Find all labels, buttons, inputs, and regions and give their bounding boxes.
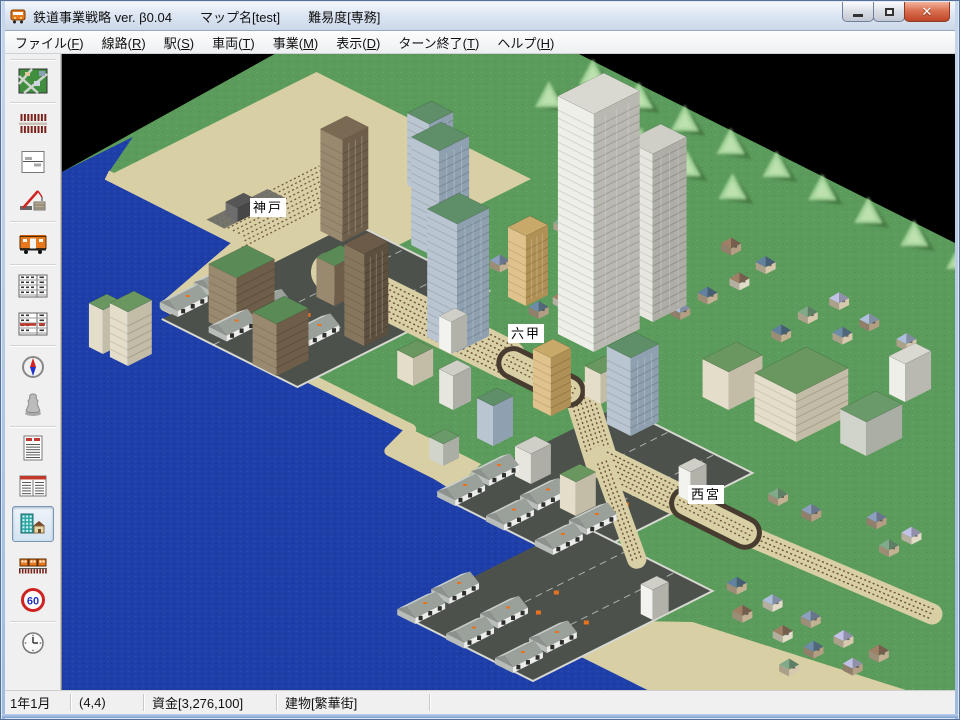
building[interactable] (533, 339, 571, 416)
close-icon: ✕ (922, 5, 933, 18)
crane-tool-icon[interactable] (12, 182, 54, 218)
status-field-1: (4,4) (71, 695, 143, 710)
toolbar-separator (10, 221, 56, 222)
window-border-right (955, 1, 958, 719)
building[interactable] (253, 296, 309, 376)
track-tool-icon[interactable] (12, 106, 54, 142)
clock-tool-icon[interactable] (12, 625, 54, 661)
train-car-tool-icon[interactable] (12, 225, 54, 261)
building[interactable] (558, 73, 640, 352)
toolbar-separator (10, 102, 56, 103)
statusbar: 1年1月(4,4)資金[3,276,100]建物[繁華街] (2, 690, 958, 714)
app-window: 鉄道事業戦略 ver. β0.04 マップ名[test] 難易度[専務] ✕ フ… (0, 0, 960, 720)
toolbar: 60 (5, 54, 61, 690)
train-line-tool-icon[interactable] (12, 544, 54, 580)
svg-text:60: 60 (26, 596, 38, 608)
place-label-1: 六甲 (508, 324, 544, 343)
main-area: 60 神戸六甲西宮 (5, 54, 955, 690)
building[interactable] (344, 232, 388, 346)
statue-tool-icon[interactable] (12, 387, 54, 423)
menu-item-2[interactable]: 駅(S) (155, 30, 203, 55)
window-title: 鉄道事業戦略 ver. β0.04 マップ名[test] 難易度[専務] (33, 7, 380, 26)
building[interactable] (320, 116, 368, 242)
speed-limit-tool-icon[interactable]: 60 (12, 582, 54, 618)
menu-item-6[interactable]: ターン終了(T) (389, 30, 488, 55)
status-field-3: 建物[繁華街] (277, 693, 429, 712)
building[interactable] (477, 388, 513, 446)
report-tool-icon[interactable] (12, 430, 54, 466)
building[interactable] (607, 332, 659, 436)
building[interactable] (439, 360, 471, 410)
game-map-canvas[interactable] (62, 54, 955, 690)
map-viewport[interactable]: 神戸六甲西宮 (61, 54, 955, 690)
close-button[interactable]: ✕ (904, 2, 950, 22)
menu-item-0[interactable]: ファイル(F) (6, 30, 93, 55)
place-label-0: 神戸 (250, 198, 286, 217)
compass-tool-icon[interactable] (12, 349, 54, 385)
window-border-bottom (2, 714, 958, 718)
minimize-icon (853, 14, 863, 17)
restore-button[interactable] (873, 2, 905, 22)
status-separator (429, 694, 430, 711)
app-icon (10, 9, 26, 24)
menu-item-4[interactable]: 事業(M) (264, 30, 328, 55)
map-tool-icon[interactable] (12, 63, 54, 99)
menu-item-1[interactable]: 線路(R) (93, 30, 155, 55)
menu-item-7[interactable]: ヘルプ(H) (488, 30, 563, 55)
toolbar-separator (10, 345, 56, 346)
toolbar-separator (10, 264, 56, 265)
toolbar-separator (10, 426, 56, 427)
building[interactable] (110, 291, 152, 366)
building-tool-icon[interactable] (12, 506, 54, 542)
building[interactable] (439, 308, 467, 354)
restore-icon (885, 8, 894, 16)
status-field-0: 1年1月 (2, 693, 70, 712)
building[interactable] (641, 576, 669, 620)
menu-item-5[interactable]: 表示(D) (327, 30, 389, 55)
difficulty: 難易度[専務] (308, 7, 380, 26)
building[interactable] (560, 464, 596, 516)
menubar: ファイル(F)線路(R)駅(S)車両(T)事業(M)表示(D)ターン終了(T)ヘ… (2, 31, 958, 54)
station-tool-icon[interactable] (12, 144, 54, 180)
app-title: 鉄道事業戦略 ver. β0.04 (33, 7, 172, 26)
place-label-2: 西宮 (688, 485, 724, 504)
toolbar-separator (10, 621, 56, 622)
menu-item-3[interactable]: 車両(T) (203, 30, 264, 55)
window-frame: 鉄道事業戦略 ver. β0.04 マップ名[test] 難易度[専務] ✕ フ… (0, 0, 960, 720)
toolbar-separator (10, 59, 56, 60)
minimize-button[interactable] (842, 2, 874, 22)
building[interactable] (508, 216, 548, 306)
map-name: マップ名[test] (200, 7, 280, 26)
ledger-tool-icon[interactable] (12, 468, 54, 504)
window-border-left (2, 1, 5, 719)
diagram-tool-icon[interactable] (12, 306, 54, 342)
timetable-tool-icon[interactable] (12, 268, 54, 304)
titlebar[interactable]: 鉄道事業戦略 ver. β0.04 マップ名[test] 難易度[専務] ✕ (2, 2, 958, 31)
window-controls: ✕ (843, 2, 950, 22)
status-field-2: 資金[3,276,100] (144, 693, 276, 712)
